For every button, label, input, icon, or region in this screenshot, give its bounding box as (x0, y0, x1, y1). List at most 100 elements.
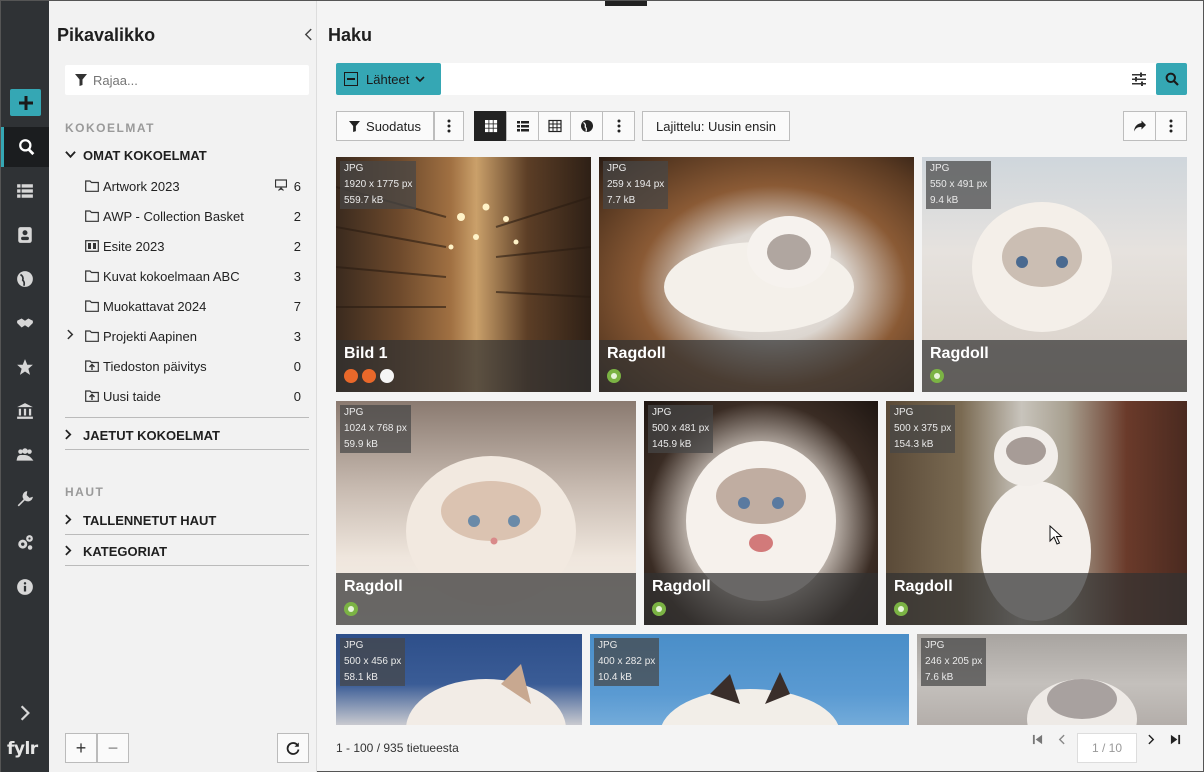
add-collection-button[interactable]: + (65, 733, 97, 763)
collection-item[interactable]: Tiedoston päivitys 0 (65, 351, 309, 381)
chevron-right-icon (20, 705, 30, 721)
file-format: JPG (930, 163, 950, 174)
rail-globe[interactable] (1, 259, 49, 299)
file-meta: JPG 259 x 194 px 7.7 kB (603, 161, 669, 209)
next-page-button[interactable] (1143, 734, 1159, 745)
list-icon (516, 121, 529, 132)
prev-page-button[interactable] (1053, 734, 1069, 745)
rail-institution[interactable] (1, 391, 49, 431)
page-input[interactable]: 1 / 10 (1077, 733, 1137, 763)
folder-icon (85, 210, 99, 222)
collection-item[interactable]: Kuvat kokoelmaan ABC 3 (65, 261, 309, 291)
add-button[interactable] (10, 89, 41, 116)
collection-count: 2 (293, 238, 301, 254)
result-tile[interactable]: JPG 500 x 375 px 154.3 kB Ragdoll (886, 401, 1187, 625)
file-meta: JPG 400 x 282 px 10.4 kB (594, 638, 660, 686)
file-format: JPG (652, 407, 672, 418)
file-dimensions: 1024 x 768 px (344, 423, 407, 434)
folder-icon (85, 300, 99, 312)
upload-folder-icon (85, 390, 99, 402)
collection-item[interactable]: Artwork 2023 6 (65, 171, 309, 201)
search-icon (18, 139, 34, 156)
actions-more-button[interactable] (1155, 111, 1187, 141)
view-grid-button[interactable] (474, 111, 507, 141)
file-format: JPG (894, 407, 914, 418)
chevron-left-icon (304, 28, 312, 41)
file-size: 7.7 kB (607, 195, 636, 206)
view-list-button[interactable] (506, 111, 539, 141)
sidebar-filter-input[interactable] (93, 72, 293, 88)
search-icon (1165, 72, 1179, 86)
filter-button[interactable]: Suodatus (336, 111, 434, 141)
result-tile[interactable]: JPG 246 x 205 px 7.6 kB (917, 634, 1187, 725)
sort-button[interactable]: Lajittelu: Uusin ensin (642, 111, 790, 141)
collection-count: 0 (293, 358, 301, 374)
rail-users[interactable] (1, 435, 49, 475)
search-bar[interactable]: Lähteet (336, 63, 1187, 95)
search-submit-button[interactable] (1156, 63, 1187, 95)
chevron-right-icon (65, 514, 83, 528)
chevron-right-icon[interactable] (67, 329, 74, 343)
collection-item[interactable]: AWP - Collection Basket 2 (65, 201, 309, 231)
rail-info[interactable] (1, 567, 49, 607)
rail-search[interactable] (1, 127, 49, 167)
chevron-right-icon (1147, 734, 1154, 745)
own-collections-toggle[interactable]: OMAT KOKOELMAT (65, 148, 309, 163)
shared-collections-toggle[interactable]: JAETUT KOKOELMAT (65, 417, 309, 450)
result-tile[interactable]: JPG 1024 x 768 px 59.9 kB Ragdoll (336, 401, 636, 625)
result-tile[interactable]: JPG 500 x 481 px 145.9 kB Ragdoll (644, 401, 878, 625)
sources-label: Lähteet (366, 71, 410, 87)
chevron-right-icon (65, 429, 83, 443)
result-tile[interactable]: JPG 500 x 456 px 58.1 kB (336, 634, 582, 725)
sliders-icon[interactable] (1131, 71, 1147, 87)
categories-label: KATEGORIAT (83, 544, 168, 559)
view-table-button[interactable] (538, 111, 571, 141)
handshake-icon (17, 318, 33, 328)
view-map-button[interactable] (570, 111, 603, 141)
collection-item[interactable]: Esite 2023 2 (65, 231, 309, 261)
rail-tools[interactable] (1, 479, 49, 519)
saved-searches-toggle[interactable]: TALLENNETUT HAUT (65, 513, 309, 535)
folder-icon (85, 270, 99, 282)
file-meta: JPG 500 x 456 px 58.1 kB (340, 638, 406, 686)
rail-list[interactable] (1, 171, 49, 211)
rail-settings[interactable] (1, 523, 49, 563)
info-icon (17, 579, 33, 595)
sources-dropdown[interactable]: Lähteet (336, 63, 441, 95)
tile-caption: Ragdoll (336, 573, 636, 625)
first-page-button[interactable] (1029, 734, 1045, 745)
result-tile[interactable]: JPG 1920 x 1775 px 559.7 kB Bild 1 (336, 157, 591, 392)
result-tile[interactable]: JPG 400 x 282 px 10.4 kB (590, 634, 909, 725)
result-tile[interactable]: JPG 550 x 491 px 9.4 kB Ragdoll (922, 157, 1187, 392)
result-count: 1 - 100 / 935 tietueesta (336, 741, 459, 755)
collection-label: Artwork 2023 (103, 178, 180, 194)
rail-favorites[interactable] (1, 347, 49, 387)
collection-item[interactable]: Uusi taide 0 (65, 381, 309, 411)
result-tile[interactable]: JPG 259 x 194 px 7.7 kB Ragdoll (599, 157, 914, 392)
collection-label: Muokattavat 2024 (103, 298, 207, 314)
tile-title: Bild 1 (344, 345, 388, 362)
last-page-button[interactable] (1167, 734, 1183, 745)
rail-handshake[interactable] (1, 303, 49, 343)
collection-item[interactable]: Muokattavat 2024 7 (65, 291, 309, 321)
collapse-sidebar-button[interactable] (304, 25, 313, 46)
remove-collection-button[interactable]: − (97, 733, 129, 763)
refresh-button[interactable] (277, 733, 309, 763)
rail-expand[interactable] (1, 693, 49, 733)
sidebar-filter[interactable] (65, 65, 309, 95)
view-more-button[interactable] (602, 111, 635, 141)
collection-item[interactable]: Projekti Aapinen 3 (65, 321, 309, 351)
filter-more-button[interactable] (434, 111, 464, 141)
file-meta: JPG 500 x 481 px 145.9 kB (648, 405, 714, 453)
file-size: 145.9 kB (652, 439, 692, 450)
share-button[interactable] (1123, 111, 1156, 141)
file-format: JPG (925, 640, 945, 651)
tile-title: Ragdoll (344, 578, 403, 595)
page-title: Haku (328, 25, 373, 45)
app-window: fylr Pikavalikko KOKOELMAT OMAT KOKOELMA… (0, 0, 1204, 772)
categories-toggle[interactable]: KATEGORIAT (65, 544, 309, 566)
filter-icon (75, 74, 87, 86)
file-dimensions: 246 x 205 px (925, 656, 983, 667)
collapse-box-icon (344, 72, 358, 86)
rail-contacts[interactable] (1, 215, 49, 255)
